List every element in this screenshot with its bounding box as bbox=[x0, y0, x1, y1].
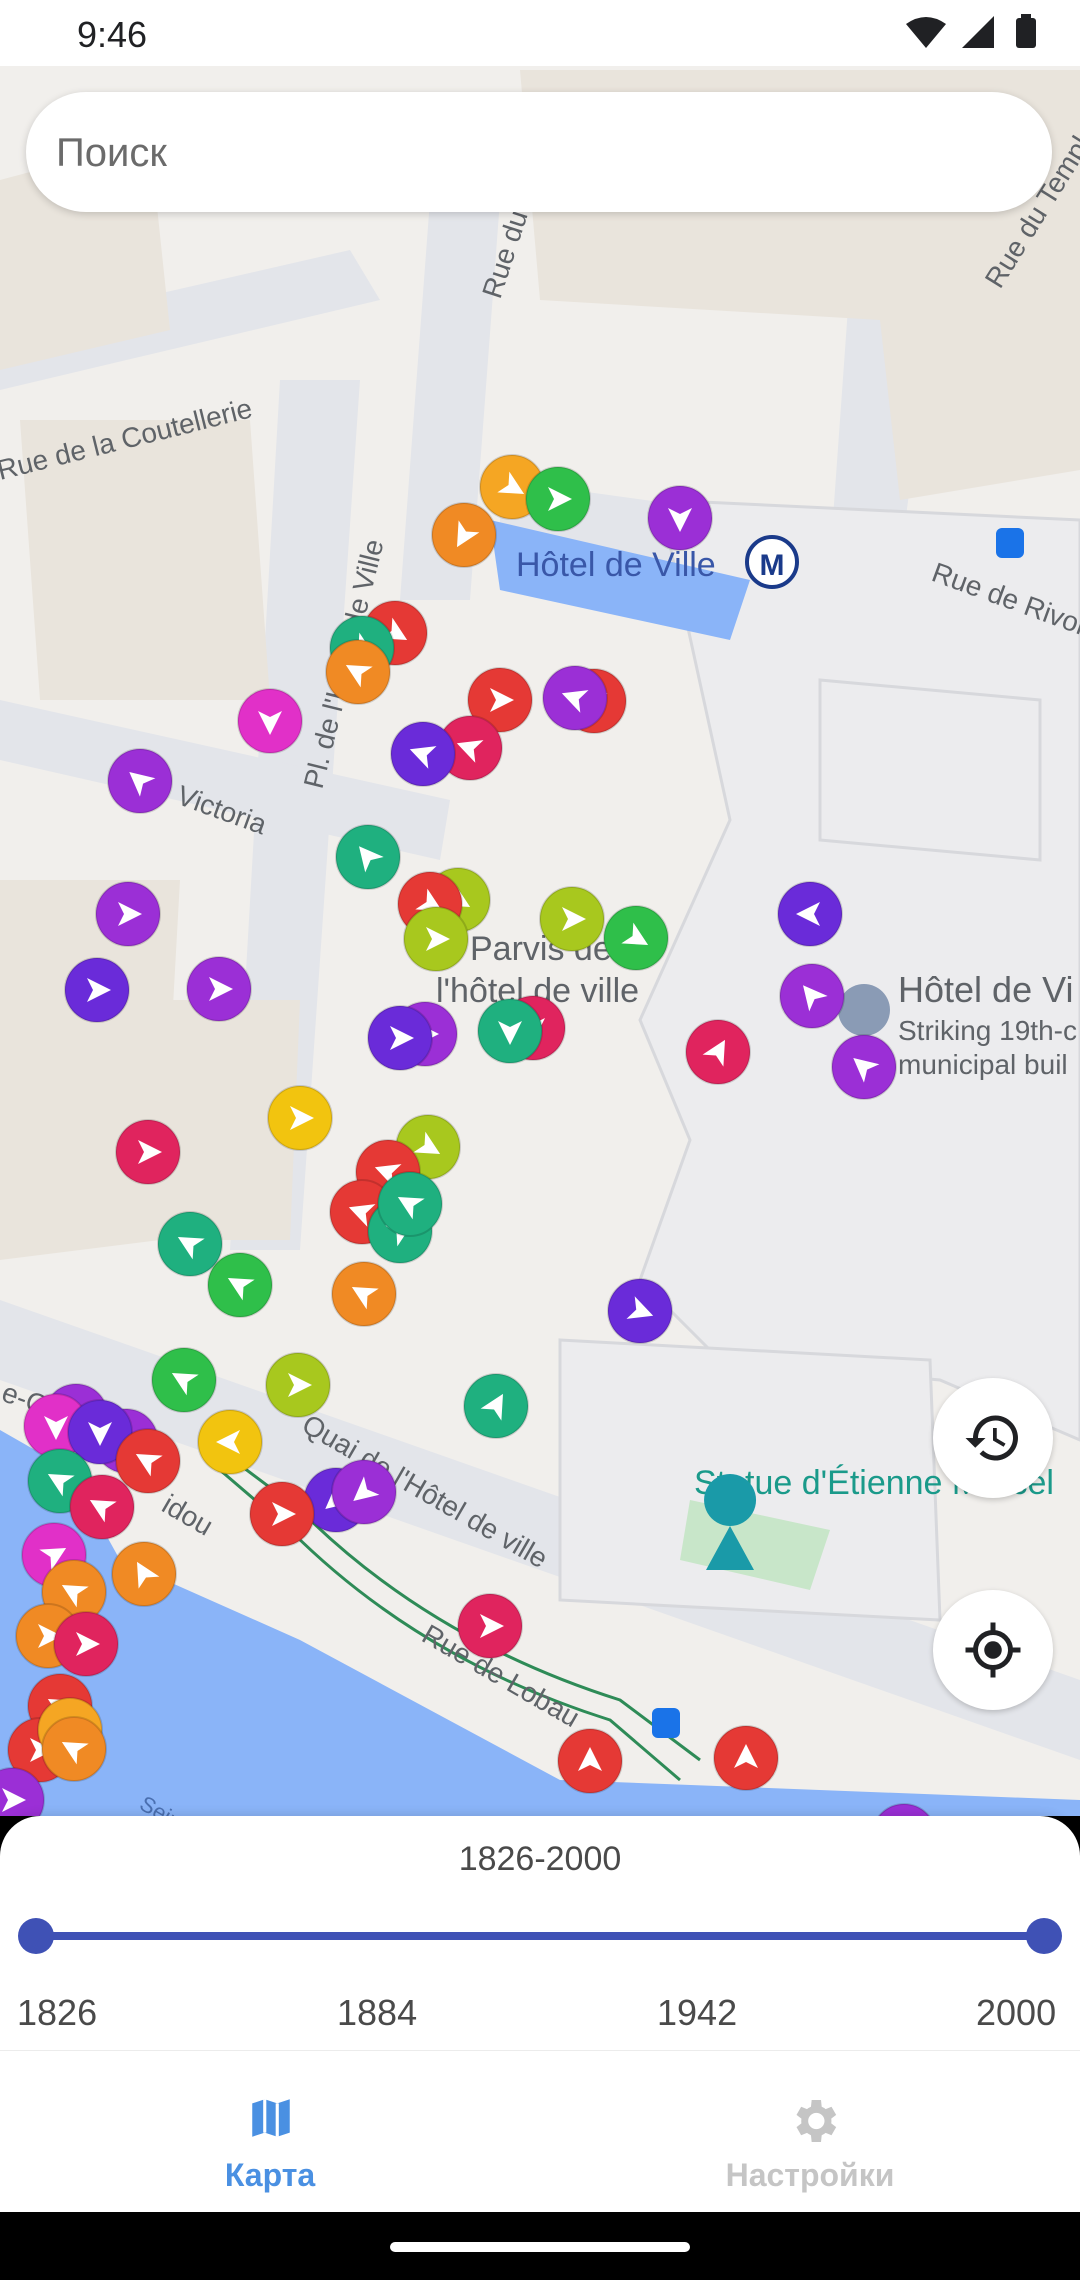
wifi-icon bbox=[906, 17, 946, 48]
map-marker[interactable] bbox=[186, 956, 252, 1022]
battery-icon bbox=[1016, 18, 1036, 48]
map-marker[interactable] bbox=[542, 665, 608, 731]
map-marker[interactable] bbox=[713, 1725, 779, 1791]
map-canvas: Rue de la Coutellerie Rue du Rue du Temp… bbox=[0, 70, 1080, 1816]
map-marker[interactable] bbox=[207, 1252, 273, 1318]
status-icons bbox=[904, 14, 1044, 54]
nav-item-map[interactable]: Карта bbox=[0, 2051, 540, 2213]
map-marker[interactable] bbox=[477, 998, 543, 1064]
map-marker[interactable] bbox=[331, 1261, 397, 1327]
tick-label: 1942 bbox=[657, 1992, 738, 2033]
history-icon bbox=[965, 1415, 1018, 1461]
gesture-handle[interactable] bbox=[390, 2242, 690, 2252]
year-range-start-thumb[interactable] bbox=[18, 1918, 54, 1954]
place-desc-1: Striking 19th-c bbox=[898, 1015, 1077, 1046]
map-marker[interactable] bbox=[41, 1716, 107, 1782]
system-navigation bbox=[0, 2212, 1080, 2280]
map-marker[interactable] bbox=[115, 1119, 181, 1185]
map-marker[interactable] bbox=[603, 905, 669, 971]
nav-label-settings: Настройки bbox=[725, 2157, 895, 2193]
map-marker[interactable] bbox=[95, 881, 161, 947]
map-icon bbox=[252, 2099, 290, 2137]
map-marker[interactable] bbox=[111, 1541, 177, 1607]
map-marker[interactable] bbox=[335, 824, 401, 890]
bus-stop-icon-2 bbox=[652, 1708, 680, 1738]
street-label-idou: idou bbox=[157, 1488, 218, 1541]
tick-label: 1884 bbox=[337, 1992, 418, 2033]
map-marker[interactable] bbox=[607, 1278, 673, 1344]
map-marker[interactable] bbox=[779, 963, 845, 1029]
map-marker[interactable] bbox=[325, 639, 391, 705]
map-marker[interactable] bbox=[525, 466, 591, 532]
map-marker[interactable] bbox=[64, 957, 130, 1023]
status-time: 9:46 bbox=[77, 14, 148, 55]
map-marker[interactable] bbox=[249, 1481, 315, 1547]
map-marker[interactable] bbox=[69, 1474, 135, 1540]
tick-label: 2000 bbox=[976, 1992, 1057, 2033]
bus-stop-icon bbox=[996, 528, 1024, 558]
map-marker[interactable] bbox=[151, 1347, 217, 1413]
map-marker[interactable] bbox=[777, 881, 843, 947]
map-view[interactable]: Rue de la Coutellerie Rue du Rue du Temp… bbox=[0, 66, 1080, 1816]
timeline-sheet: 1826-2000 1826 1884 1942 2000 bbox=[0, 1816, 1080, 2050]
status-bar: 9:46 bbox=[0, 0, 1080, 66]
map-marker[interactable] bbox=[403, 906, 469, 972]
my-location-icon bbox=[965, 1622, 1021, 1678]
map-marker[interactable] bbox=[115, 1428, 181, 1494]
history-button[interactable] bbox=[933, 1378, 1053, 1498]
map-marker[interactable] bbox=[267, 1085, 333, 1151]
map-marker[interactable] bbox=[367, 1005, 433, 1071]
search-input[interactable] bbox=[54, 92, 1018, 214]
search-bar[interactable] bbox=[26, 92, 1052, 214]
map-marker[interactable] bbox=[390, 721, 456, 787]
place-label-metro[interactable]: Hôtel de Ville bbox=[516, 546, 716, 584]
map-marker[interactable] bbox=[197, 1409, 263, 1475]
map-marker[interactable] bbox=[463, 1373, 529, 1439]
gear-icon bbox=[796, 2100, 837, 2142]
metro-badge: M bbox=[760, 549, 785, 582]
year-range-end-thumb[interactable] bbox=[1026, 1918, 1062, 1954]
map-marker[interactable] bbox=[431, 502, 497, 568]
tick-label: 1826 bbox=[17, 1992, 98, 2033]
place-desc-2: municipal buil bbox=[898, 1049, 1068, 1080]
place-label-hotel[interactable]: Hôtel de Vi bbox=[898, 969, 1073, 1010]
bottom-navigation: Карта Настройки bbox=[0, 2050, 1080, 2213]
map-marker[interactable] bbox=[331, 1459, 397, 1525]
map-marker[interactable] bbox=[831, 1034, 897, 1100]
nav-item-settings[interactable]: Настройки bbox=[540, 2051, 1080, 2213]
nav-label-map: Карта bbox=[224, 2157, 316, 2193]
map-marker[interactable] bbox=[107, 748, 173, 814]
my-location-button[interactable] bbox=[933, 1590, 1053, 1710]
year-range-track[interactable] bbox=[36, 1932, 1044, 1940]
map-marker[interactable] bbox=[265, 1352, 331, 1418]
map-marker[interactable] bbox=[539, 886, 605, 952]
map-marker[interactable] bbox=[557, 1728, 623, 1794]
cellular-signal-icon bbox=[962, 16, 994, 48]
range-value: 1826-2000 bbox=[458, 1840, 622, 1878]
map-marker[interactable] bbox=[237, 688, 303, 754]
map-marker[interactable] bbox=[377, 1171, 443, 1237]
map-marker[interactable] bbox=[157, 1211, 223, 1277]
map-marker[interactable] bbox=[457, 1593, 523, 1659]
museum-icon bbox=[838, 984, 890, 1036]
map-marker[interactable] bbox=[53, 1611, 119, 1677]
map-marker[interactable] bbox=[647, 485, 713, 551]
map-marker[interactable] bbox=[685, 1019, 751, 1085]
